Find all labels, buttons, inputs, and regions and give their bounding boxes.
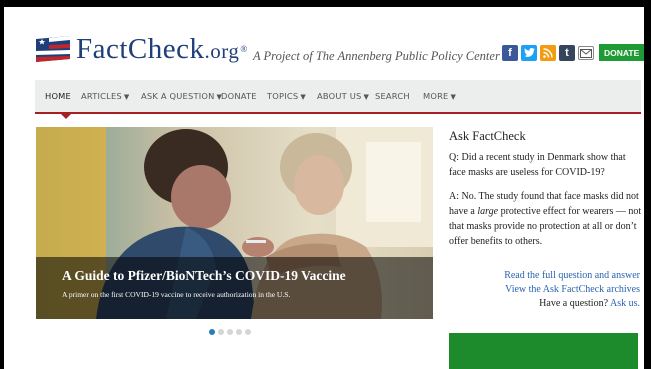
nav-home-label: HOME [45, 91, 71, 101]
hero-subtitle: A primer on the first COVID-19 vaccine t… [62, 290, 291, 299]
flag-logo-icon [36, 36, 70, 62]
green-promo-box[interactable] [449, 333, 638, 369]
ask-answer: A: No. The study found that face masks d… [449, 189, 644, 249]
tumblr-icon[interactable]: t [559, 44, 575, 61]
social-links: f t DONATE [502, 44, 644, 61]
ask-question: Q: Did a recent study in Denmark show th… [449, 152, 626, 178]
main-nav: HOME ARTICLES ▼ ASK A QUESTION ▼ DONATE TO… [35, 80, 641, 119]
answer-emphasis: large [477, 206, 499, 217]
slider-dot-5[interactable] [245, 329, 251, 335]
slider-dot-1[interactable] [209, 329, 215, 335]
have-question-text: Have a question? [539, 298, 609, 309]
screen-border-right [644, 0, 651, 369]
hero-caption-overlay [36, 257, 433, 319]
read-full-link[interactable]: Read the full question and answer [504, 270, 640, 281]
caret-down-icon: ▼ [363, 93, 370, 101]
rss-icon[interactable] [540, 44, 556, 61]
slider-pagination [209, 329, 251, 335]
nav-search[interactable]: SEARCH [375, 80, 410, 112]
nav-more[interactable]: MORE ▼ [423, 80, 456, 112]
tagline: A Project of The Annenberg Public Policy… [253, 49, 500, 63]
nav-ask-a-question[interactable]: ASK A QUESTION ▼ [141, 80, 222, 112]
nav-donate-label: DONATE [221, 91, 257, 101]
hero-title[interactable]: A Guide to Pfizer/BioNTech’s COVID-19 Va… [62, 268, 346, 284]
twitter-icon[interactable] [521, 44, 537, 61]
nav-topics-label: TOPICS [267, 91, 299, 101]
donate-button[interactable]: DONATE [599, 44, 644, 61]
nav-about-label: ABOUT US [317, 91, 362, 101]
archives-link[interactable]: View the Ask FactCheck archives [505, 284, 640, 295]
email-icon[interactable] [578, 46, 594, 60]
nav-articles[interactable]: ARTICLES ▼ [81, 80, 129, 112]
slider-dot-3[interactable] [227, 329, 233, 335]
nav-ask-label: ASK A QUESTION [141, 91, 215, 101]
nav-about-us[interactable]: ABOUT US ▼ [317, 80, 369, 112]
logo-wordmark: FactCheck.org [76, 32, 240, 65]
hero-slide[interactable]: A Guide to Pfizer/BioNTech’s COVID-19 Va… [36, 127, 433, 319]
slider-dot-2[interactable] [218, 329, 224, 335]
slider-dot-4[interactable] [236, 329, 242, 335]
registered-mark: ® [240, 44, 248, 54]
nav-home[interactable]: HOME [45, 80, 71, 119]
nav-donate[interactable]: DONATE [221, 80, 257, 112]
site-logo[interactable]: FactCheck.org ® [36, 33, 247, 65]
nav-topics[interactable]: TOPICS ▼ [267, 80, 306, 112]
nav-articles-label: ARTICLES [81, 91, 122, 101]
caret-down-icon: ▼ [123, 93, 130, 101]
screen-border-top [0, 0, 651, 7]
facebook-icon[interactable]: f [502, 44, 518, 61]
nav-more-label: MORE [423, 91, 449, 101]
active-indicator [61, 114, 71, 119]
nav-search-label: SEARCH [375, 91, 410, 101]
ask-links: Read the full question and answer View t… [449, 269, 640, 311]
ask-factcheck-title: Ask FactCheck [449, 129, 526, 143]
caret-down-icon: ▼ [300, 93, 306, 101]
ask-us-link[interactable]: Ask us. [610, 298, 640, 309]
caret-down-icon: ▼ [450, 93, 457, 101]
page: FactCheck.org ® A Project of The Annenbe… [4, 7, 644, 369]
ask-factcheck-panel: Ask FactCheck Q: Did a recent study in D… [449, 129, 644, 249]
